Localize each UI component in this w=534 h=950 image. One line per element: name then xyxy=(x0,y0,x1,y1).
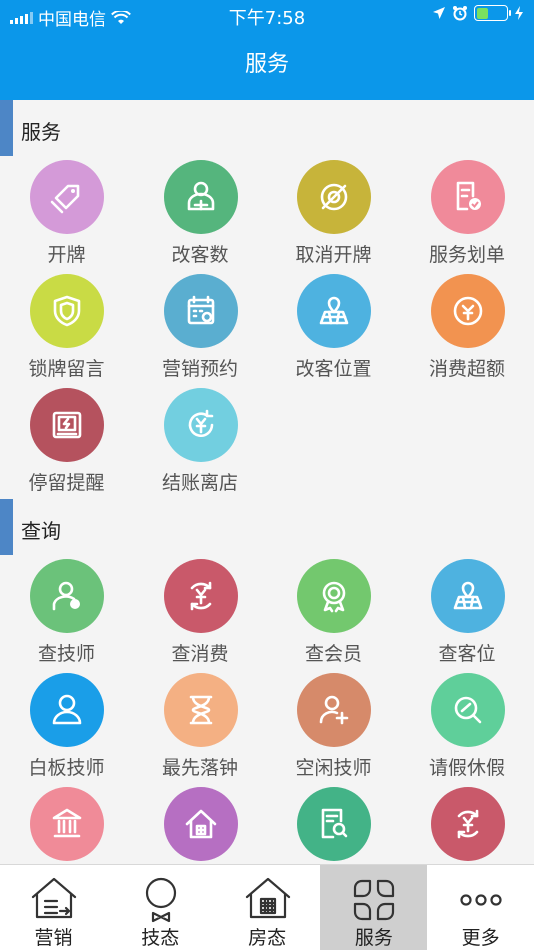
menu-tile[interactable]: 服务划单 xyxy=(401,160,534,274)
user-count-icon xyxy=(163,160,238,234)
more-dots-icon xyxy=(454,875,508,925)
house-list-icon xyxy=(27,875,81,925)
tab-bar: 营销 技态 房态 服务 更多 xyxy=(0,864,534,950)
menu-tile-label: 改客位置 xyxy=(295,358,372,380)
menu-tile[interactable]: 空闲技师 xyxy=(267,673,400,787)
tab-label: 技态 xyxy=(141,927,180,949)
menu-tile-label: 白板技师 xyxy=(28,757,105,779)
menu-tile[interactable] xyxy=(401,787,534,864)
yuan-bowl-icon xyxy=(430,274,505,348)
yuan-cycle-icon xyxy=(163,559,238,633)
shield-icon xyxy=(30,274,104,348)
menu-tile[interactable]: 白板技师 xyxy=(0,673,133,787)
menu-tile[interactable] xyxy=(0,787,133,864)
map-pin-icon xyxy=(297,274,371,348)
section-title: 服务 xyxy=(21,120,61,144)
menu-tile[interactable]: 请假休假 xyxy=(401,673,534,787)
cancel-target-icon xyxy=(297,160,371,234)
tab-item[interactable]: 更多 xyxy=(427,865,534,950)
menu-tile-label: 取消开牌 xyxy=(295,244,372,266)
location-icon xyxy=(433,7,445,19)
person-add-icon xyxy=(297,673,371,747)
section-header-service: 服务 xyxy=(0,100,534,156)
menu-tile[interactable]: 查消费 xyxy=(134,559,267,673)
menu-tile[interactable]: 锁牌留言 xyxy=(0,274,133,388)
menu-tile[interactable]: 改客数 xyxy=(134,160,267,274)
page-title: 服务 xyxy=(0,32,534,100)
menu-tile-label: 请假休假 xyxy=(428,757,505,779)
hourglass-icon xyxy=(163,673,238,747)
search-leaf-icon xyxy=(430,673,505,747)
doc-search-icon xyxy=(297,787,371,861)
menu-tile-label: 停留提醒 xyxy=(28,472,105,494)
menu-tile[interactable]: 结账离店 xyxy=(134,388,267,502)
bowtie-person-icon xyxy=(134,875,188,925)
menu-tile-label: 空闲技师 xyxy=(295,757,372,779)
section-title: 查询 xyxy=(21,519,61,543)
person-outline-icon xyxy=(30,673,104,747)
menu-tile[interactable]: 营销预约 xyxy=(134,274,267,388)
menu-tile-label: 服务划单 xyxy=(428,244,505,266)
section-accent-bar xyxy=(0,499,13,555)
tab-label: 服务 xyxy=(354,927,393,949)
section-header-query: 查询 xyxy=(0,499,534,555)
service-grid: 开牌 改客数 取消开牌 服务划单锁牌留言 营销预约 改客位置 消费超额停留提醒 结账离店 xyxy=(0,160,534,500)
menu-tile-label: 查客位 xyxy=(438,643,496,665)
menu-tile-label: 开牌 xyxy=(47,244,86,266)
menu-tile[interactable] xyxy=(267,787,400,864)
query-grid: 查技师 查消费 查会员 查客位白板技师 最先落钟 空闲技师 请假休假 xyxy=(0,559,534,864)
bank-icon xyxy=(30,787,104,861)
menu-tile-label: 锁牌留言 xyxy=(28,358,105,380)
tag-icon xyxy=(30,160,104,234)
tab-label: 营销 xyxy=(34,927,73,949)
menu-tile[interactable]: 查客位 xyxy=(401,559,534,673)
grid-knot-icon xyxy=(347,875,401,925)
map-pin-icon xyxy=(430,559,505,633)
menu-tile[interactable]: 改客位置 xyxy=(267,274,400,388)
tab-item[interactable]: 服务 xyxy=(320,865,428,950)
section-accent-bar xyxy=(0,100,13,156)
menu-tile[interactable]: 开牌 xyxy=(0,160,133,274)
menu-tile[interactable]: 停留提醒 xyxy=(0,388,133,502)
tab-item[interactable]: 营销 xyxy=(0,865,107,950)
technician-icon xyxy=(30,559,104,633)
menu-tile-label: 改客数 xyxy=(171,244,229,266)
menu-tile-label: 营销预约 xyxy=(161,358,238,380)
battery-icon xyxy=(474,5,511,21)
menu-tile-label: 查消费 xyxy=(171,643,229,665)
member-badge-icon xyxy=(297,559,371,633)
house-grid-icon xyxy=(163,787,238,861)
menu-tile[interactable]: 取消开牌 xyxy=(267,160,400,274)
menu-tile[interactable]: 最先落钟 xyxy=(134,673,267,787)
menu-tile-label: 查技师 xyxy=(37,643,95,665)
status-bar: 中国电信 下午7:58 xyxy=(0,0,534,32)
tab-item[interactable]: 房态 xyxy=(214,865,321,950)
menu-tile-label: 查会员 xyxy=(304,643,362,665)
alarm-box-icon xyxy=(30,388,104,462)
house-grid-icon xyxy=(241,875,295,925)
tab-label: 房态 xyxy=(248,927,287,949)
tab-label: 更多 xyxy=(461,927,500,949)
menu-tile[interactable]: 查技师 xyxy=(0,559,133,673)
menu-tile-label: 最先落钟 xyxy=(161,757,238,779)
menu-tile[interactable]: 消费超额 xyxy=(401,274,534,388)
menu-tile-label: 消费超额 xyxy=(428,358,505,380)
charging-icon xyxy=(515,6,523,20)
alarm-icon xyxy=(453,6,467,21)
yuan-refresh-icon xyxy=(163,388,238,462)
yuan-cycle-icon xyxy=(430,787,505,861)
tab-item[interactable]: 技态 xyxy=(107,865,214,950)
menu-tile-label: 结账离店 xyxy=(161,472,238,494)
menu-tile[interactable] xyxy=(134,787,267,864)
menu-tile[interactable]: 查会员 xyxy=(267,559,400,673)
calendar-clock-icon xyxy=(163,274,238,348)
document-check-icon xyxy=(430,160,505,234)
